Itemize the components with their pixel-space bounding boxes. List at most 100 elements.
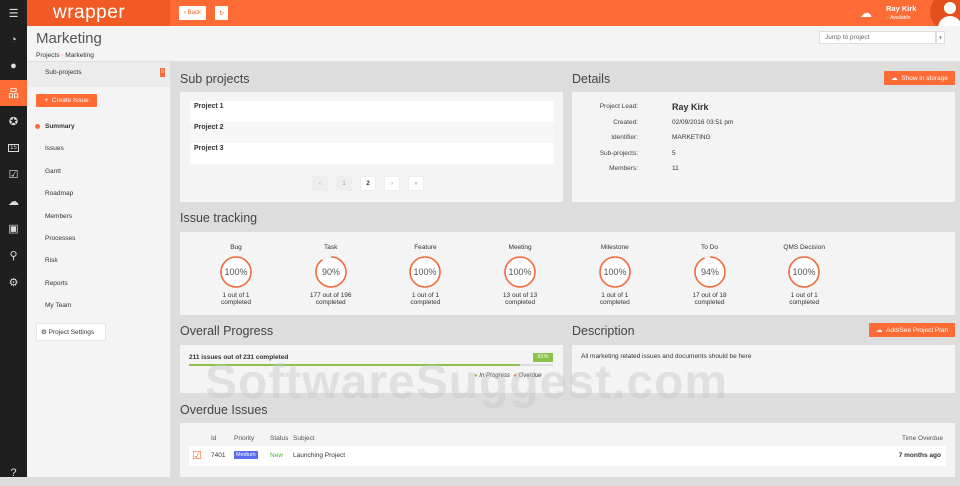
logo[interactable]: wrapper: [27, 0, 170, 26]
gauge-caption: completed: [694, 299, 725, 306]
overall-progress-panel: [180, 345, 563, 393]
show-in-storage-button[interactable]: ☁ Show in storage: [884, 71, 955, 85]
issue-checkbox-icon[interactable]: ☑: [192, 449, 202, 462]
menu-icon[interactable]: ☰: [0, 0, 27, 26]
col-status: Status: [270, 435, 289, 442]
subproject-item[interactable]: Project 3: [190, 143, 554, 164]
detail-label: Project Lead:: [599, 103, 638, 110]
detail-label: Sub-projects:: [599, 149, 638, 157]
table-row[interactable]: ☑ 7401 Medium New Launching Project 7 mo…: [189, 446, 946, 466]
issue-id[interactable]: 7401: [211, 452, 225, 459]
gauge-percent: 100%: [793, 267, 816, 277]
back-button[interactable]: ‹ Back: [179, 6, 206, 20]
calendar-icon[interactable]: 15: [0, 135, 27, 161]
settings-icon[interactable]: ⚙: [0, 269, 27, 295]
gauge-label: Feature: [414, 244, 437, 251]
subproject-item[interactable]: Project 1: [190, 101, 554, 122]
legend-in-progress: In Progress: [479, 373, 510, 379]
gauge-ring: 100%: [409, 256, 442, 288]
gauge-meeting[interactable]: Meeting 100% 13 out of 13 completed: [485, 244, 555, 306]
nav-item-reports[interactable]: Reports: [45, 280, 68, 287]
nav-item-members[interactable]: Members: [45, 213, 72, 220]
gauge-feature[interactable]: Feature 100% 1 out of 1 completed: [390, 244, 460, 306]
subproject-item[interactable]: Project 2: [190, 122, 554, 143]
gauge-qms-decision[interactable]: QMS Decision 100% 1 out of 1 completed: [769, 244, 839, 306]
project-plan-button[interactable]: ☁ Add/See Project Plan: [869, 323, 955, 337]
col-subject: Subject: [293, 435, 315, 442]
gauge-count: 17 out of 18: [692, 292, 727, 299]
gauge-percent: 100%: [224, 267, 247, 277]
detail-label: Members:: [609, 164, 638, 172]
search-icon[interactable]: ⚲: [0, 242, 27, 268]
nav-item-risk[interactable]: Risk: [45, 257, 58, 264]
nav-item-roadmap[interactable]: Roadmap: [45, 190, 73, 197]
breadcrumb-marketing: Marketing: [65, 52, 94, 59]
detail-label: Created:: [613, 119, 638, 126]
gauge-caption: completed: [221, 299, 251, 306]
gauge-label: QMS Decision: [783, 244, 825, 251]
legend-overdue: Overdue: [518, 373, 542, 379]
gauge-to-do[interactable]: To Do 94% 17 out of 18 completed: [675, 244, 745, 306]
prev-page-button[interactable]: ‹: [312, 176, 328, 191]
col-id: Id: [211, 435, 217, 442]
refresh-icon[interactable]: ↻: [215, 6, 228, 20]
issue-subject[interactable]: Launching Project: [293, 452, 345, 459]
nav-item-gantt[interactable]: Gantt: [45, 168, 61, 175]
checklist-icon[interactable]: ☑: [0, 161, 27, 187]
jump-to-project-select[interactable]: Jump to project: [819, 31, 936, 44]
gauge-percent: 90%: [322, 267, 340, 277]
award-icon[interactable]: ✪: [0, 108, 27, 134]
gauge-percent: 100%: [414, 267, 437, 277]
gauge-task[interactable]: Task 90% 177 out of 196 completed: [296, 244, 366, 306]
overall-progress-title: Overall Progress: [180, 324, 274, 338]
cloud-icon[interactable]: ☁: [0, 188, 27, 214]
detail-label: Identifier:: [611, 134, 638, 142]
gauge-milestone[interactable]: Milestone 100% 1 out of 1 completed: [580, 244, 650, 306]
logo-text: wrapper: [53, 2, 126, 23]
user-info[interactable]: Ray Kirk ● Available: [886, 4, 916, 21]
chevron-down-icon[interactable]: ▾: [936, 31, 945, 44]
gauge-count: 177 out of 196: [309, 292, 352, 299]
nav-item-summary[interactable]: Summary: [45, 123, 75, 130]
gauge-count: 13 out of 13: [502, 292, 538, 299]
user-name: Ray Kirk: [886, 4, 917, 13]
nav-subprojects[interactable]: Sub-projects: [45, 69, 82, 76]
badge-icon[interactable]: ▣: [0, 215, 27, 241]
icon-rail: ☰ ◔ ● 品 ✪ 15 ☑ ☁ ▣ ⚲ ⚙ ?: [0, 0, 27, 479]
page-2-button[interactable]: 2: [360, 176, 376, 191]
gauge-label: Bug: [230, 244, 242, 251]
gauge-caption: completed: [789, 299, 820, 306]
gauge-ring: 90%: [314, 256, 347, 288]
last-page-button[interactable]: »: [408, 176, 424, 191]
chat-icon[interactable]: ●: [0, 53, 27, 79]
project-settings-label: Project Settings: [48, 328, 95, 336]
breadcrumb-projects[interactable]: Projects: [36, 52, 59, 59]
hierarchy-icon[interactable]: 品: [0, 80, 27, 106]
next-page-button[interactable]: ›: [384, 176, 400, 191]
help-icon[interactable]: ?: [0, 460, 27, 486]
issue-status: New: [270, 452, 284, 459]
detail-value: 02/09/2016 03:51 pm: [672, 119, 734, 126]
gauge-ring: 100%: [598, 256, 631, 288]
calendar-day: 15: [8, 144, 19, 152]
subprojects-badge: 5: [160, 68, 165, 77]
create-issue-label: Create Issue: [51, 97, 89, 104]
nav-item-issues[interactable]: Issues: [45, 145, 64, 152]
gauge-caption: completed: [315, 299, 346, 306]
upload-cloud-icon[interactable]: ☁: [860, 6, 872, 20]
nav-item-processes[interactable]: Processes: [45, 235, 75, 242]
gauge-percent: 94%: [700, 267, 718, 277]
create-issue-button[interactable]: + Create Issue: [36, 94, 97, 107]
nav-item-my-team[interactable]: My Team: [45, 302, 71, 309]
show-in-storage-label: Show in storage: [901, 74, 948, 82]
col-time-overdue: Time Overdue: [902, 435, 943, 442]
project-settings-button[interactable]: ⚙ Project Settings: [36, 323, 106, 341]
page-1-button[interactable]: 1: [336, 176, 352, 191]
in-progress-dot-icon: ●: [474, 373, 478, 379]
gauge-percent: 100%: [603, 267, 626, 277]
progress-summary: 211 issues out of 231 completed: [189, 354, 289, 361]
project-plan-label: Add/See Project Plan: [886, 326, 948, 334]
details-title: Details: [572, 72, 611, 86]
gauge-bug[interactable]: Bug 100% 1 out of 1 completed: [201, 244, 271, 306]
dashboard-icon[interactable]: ◔: [0, 27, 27, 53]
